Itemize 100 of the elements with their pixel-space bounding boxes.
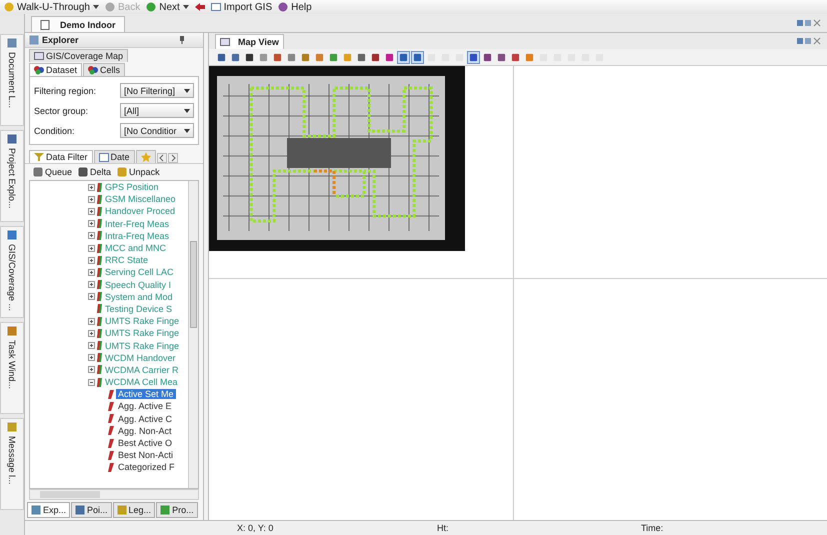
tree-item[interactable]: Agg. Active E (116, 401, 174, 412)
arrow-icon[interactable] (194, 3, 205, 11)
toolbar-button[interactable] (411, 50, 424, 64)
tab[interactable]: Poi... (71, 502, 112, 518)
tab[interactable]: Date (94, 150, 135, 163)
toolbar-button[interactable] (467, 50, 480, 64)
dataset-icon (97, 219, 103, 228)
side-tab[interactable]: Task Wind... (0, 322, 24, 414)
tab[interactable]: Cells (83, 63, 126, 76)
panel-icon (7, 38, 17, 48)
expand-icon[interactable] (88, 330, 95, 337)
tree-item[interactable]: Categorized F (116, 462, 177, 472)
unpack-icon (117, 167, 128, 177)
tree-item[interactable]: Inter-Freq Meas (105, 218, 170, 229)
toolbar-button[interactable]: Import GIS (210, 2, 272, 12)
expand-icon[interactable] (88, 244, 95, 252)
pin-icon[interactable] (179, 36, 185, 44)
tree-item[interactable]: Best Active O (116, 438, 174, 448)
tree-item[interactable]: Speech Quality I (105, 280, 172, 290)
expand-icon[interactable] (88, 281, 95, 288)
field-label: Sector group: (34, 106, 88, 116)
expand-icon[interactable] (88, 366, 95, 374)
document-tab[interactable]: Demo Indoor (31, 16, 124, 32)
expand-icon[interactable] (88, 196, 95, 203)
dataset-icon (97, 292, 103, 302)
vertical-scrollbar[interactable] (188, 181, 198, 488)
toolbar-button[interactable]: Help (278, 2, 312, 12)
panel-icon (7, 326, 17, 336)
tree-item[interactable]: MCC and MNC (105, 243, 166, 254)
dataset-icon (97, 378, 103, 387)
tree-item[interactable]: Serving Cell LAC (105, 267, 174, 278)
expand-icon[interactable] (88, 268, 95, 276)
toolbar-button[interactable]: Next (146, 2, 189, 12)
tree-item[interactable]: Active Set Me (116, 389, 176, 400)
side-tab[interactable]: GIS/Coverage ... (0, 226, 24, 318)
dataset-icon (97, 206, 103, 216)
expand-icon[interactable] (88, 354, 95, 362)
document-icon (40, 20, 50, 30)
horizontal-scrollbar[interactable] (29, 489, 199, 500)
panel-icon (7, 422, 17, 432)
window-controls-icon[interactable] (797, 19, 821, 27)
dataset-icon (97, 231, 103, 240)
dataset-icon (34, 65, 44, 75)
map-icon (220, 37, 230, 47)
filter-icon (34, 152, 44, 162)
tree-item[interactable]: Agg. Non-Act (116, 426, 174, 436)
caret-icon (184, 88, 190, 92)
tree-item[interactable]: Best Non-Acti (116, 450, 176, 460)
calendar-icon (98, 152, 109, 162)
scroll-right-icon[interactable] (168, 153, 178, 163)
tab[interactable]: GIS/Coverage Map (29, 49, 128, 62)
tree-item[interactable]: WCDMA Cell Mea (105, 377, 178, 388)
collapse-icon[interactable] (88, 378, 95, 386)
caret-icon (182, 5, 189, 9)
dataset-icon (97, 341, 103, 350)
toolbar-button[interactable] (397, 50, 410, 64)
tree-item[interactable]: RRC State (105, 255, 148, 266)
expand-icon[interactable] (88, 220, 95, 228)
dataset-icon (97, 280, 103, 290)
action-button[interactable]: Delta (78, 167, 112, 177)
tab[interactable]: Exp... (27, 502, 70, 518)
panel-icon (160, 505, 170, 515)
expand-icon[interactable] (88, 318, 95, 325)
dataset-icon (97, 194, 103, 204)
action-button[interactable]: Unpack (117, 167, 160, 177)
scroll-left-icon[interactable] (156, 153, 167, 163)
action-button[interactable]: Queue (33, 167, 72, 177)
side-tab[interactable]: Document L... (0, 34, 24, 126)
expand-icon[interactable] (88, 256, 95, 264)
tab[interactable]: Leg... (112, 502, 156, 518)
back-icon (104, 2, 115, 12)
dropdown[interactable]: [All] (120, 103, 194, 118)
tree-item[interactable]: Intra-Freq Meas (105, 230, 170, 241)
tree-item[interactable]: Agg. Active C (116, 414, 174, 424)
dataset-icon (97, 365, 103, 374)
dropdown[interactable]: [No Filtering] (120, 83, 194, 98)
tab[interactable]: Pro... (156, 502, 198, 518)
explorer-icon (29, 35, 39, 45)
expand-icon[interactable] (88, 342, 95, 350)
tree-item[interactable]: GSM Miscellaneo (105, 194, 176, 204)
dataset-icon (97, 353, 103, 362)
tab[interactable]: Dataset (29, 63, 82, 76)
expand-icon[interactable] (88, 232, 95, 240)
tab[interactable]: Data Filter (29, 150, 93, 163)
expand-icon[interactable] (88, 293, 95, 300)
panel-icon (31, 505, 41, 515)
tab[interactable]: Map View (215, 34, 284, 49)
caret-icon (184, 128, 190, 132)
side-tab[interactable]: Project Explo... (0, 130, 24, 222)
tree-item[interactable]: WCDM Handover (105, 352, 176, 363)
toolbar-button[interactable]: Walk-U-Through (4, 2, 99, 12)
expand-icon[interactable] (88, 208, 95, 215)
side-tab[interactable]: Message l... (0, 418, 24, 510)
panel-icon (116, 505, 127, 515)
expand-icon[interactable] (88, 184, 95, 191)
tree-item[interactable]: System and Mod (105, 292, 173, 302)
star-icon (140, 152, 151, 162)
caret-icon (92, 5, 99, 9)
dropdown[interactable]: [No Conditior (120, 123, 194, 138)
window-controls-icon[interactable] (797, 37, 821, 45)
